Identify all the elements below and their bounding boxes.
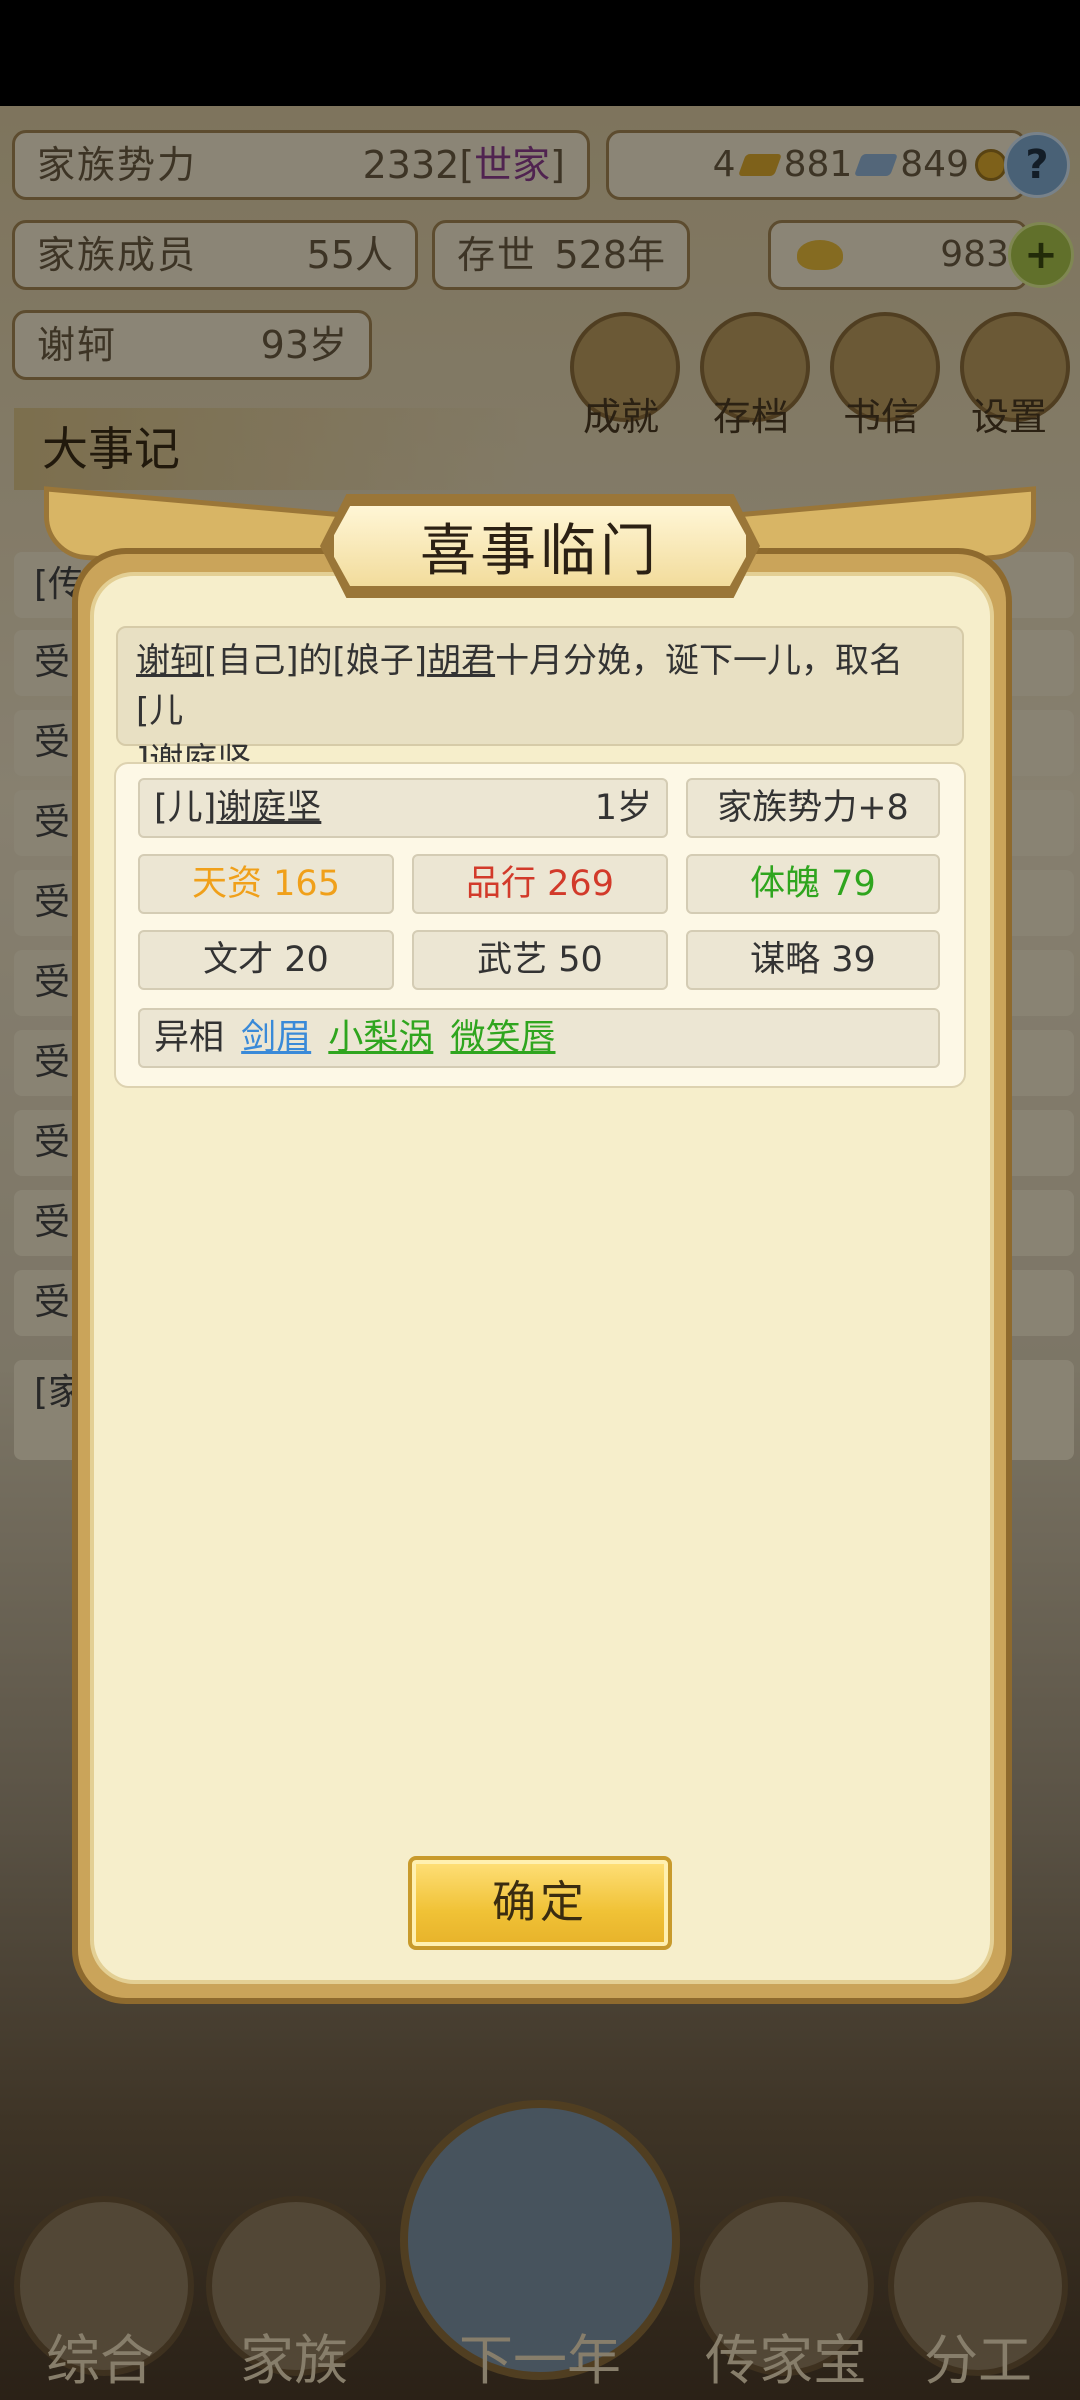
- child-name: 谢庭坚: [216, 788, 322, 828]
- message-rel1: [自己]的[娘子]: [204, 641, 428, 681]
- traits-label: 异相: [154, 1018, 225, 1058]
- literary-stat: 文才 20: [138, 930, 394, 990]
- child-name-cell[interactable]: [儿]谢庭坚 1岁: [138, 778, 668, 838]
- child-relation: [儿]: [154, 788, 217, 828]
- traits-row: 异相 剑眉 小梨涡 微笑唇: [138, 1008, 940, 1068]
- confirm-button[interactable]: 确定: [408, 1856, 672, 1950]
- parent-name-link[interactable]: 谢轲: [136, 641, 204, 681]
- trait-smile-lips[interactable]: 微笑唇: [450, 1018, 555, 1058]
- strategy-stat: 谋略 39: [686, 930, 940, 990]
- mother-name-link[interactable]: 胡君: [427, 641, 495, 681]
- physique-stat: 体魄 79: [686, 854, 940, 914]
- trait-sword-brows[interactable]: 剑眉: [241, 1018, 311, 1058]
- talent-stat: 天资 165: [138, 854, 394, 914]
- child-name-display: [儿]谢庭坚: [154, 780, 321, 836]
- status-bar: [0, 0, 1080, 106]
- martial-stat: 武艺 50: [412, 930, 668, 990]
- morality-stat: 品行 269: [412, 854, 668, 914]
- birth-message: 谢轲[自己]的[娘子]胡君十月分娩，诞下一儿，取名[儿]谢庭坚。: [116, 626, 964, 781]
- power-bonus-cell: 家族势力+8: [686, 778, 940, 838]
- modal-title: 喜事临门: [328, 500, 752, 592]
- child-age: 1岁: [594, 788, 652, 828]
- trait-dimple[interactable]: 小梨涡: [328, 1018, 433, 1058]
